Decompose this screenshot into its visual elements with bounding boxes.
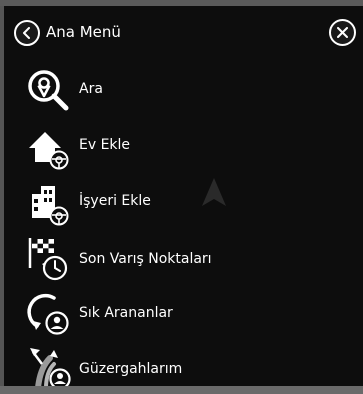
search-icon: [28, 70, 69, 111]
window-frame-bottom: [0, 386, 363, 394]
page-title: Ana Menü: [46, 23, 121, 41]
frequent-searches-icon: [27, 293, 69, 335]
close-button[interactable]: [329, 19, 356, 46]
chevron-left-icon: [23, 27, 30, 39]
menu-header: Ana Menü: [4, 6, 363, 60]
home-add-icon: [29, 132, 69, 170]
menu-item-label: Güzergahlarım: [79, 361, 183, 377]
menu-item-label: Ev Ekle: [79, 137, 131, 153]
recent-destinations-icon: [28, 238, 68, 281]
close-icon: [337, 27, 348, 38]
menu-item-add-workplace[interactable]: İşyeri Ekle: [4, 176, 363, 230]
menu-item-recent-destinations[interactable]: Son Varış Noktaları: [4, 232, 363, 286]
menu-item-label: Son Varış Noktaları: [79, 251, 212, 267]
workplace-add-icon: [32, 186, 69, 226]
menu-item-label: Ara: [79, 81, 103, 97]
back-button[interactable]: [14, 20, 40, 46]
menu-item-label: Sık Arananlar: [79, 305, 173, 321]
main-menu-panel: Ana Menü Ara Ev Ekle İşyeri Ekle Son Var…: [4, 6, 363, 391]
menu-item-add-home[interactable]: Ev Ekle: [4, 120, 363, 174]
menu-item-search[interactable]: Ara: [4, 64, 363, 118]
menu-item-frequent-searches[interactable]: Sık Arananlar: [4, 288, 363, 342]
menu-item-label: İşyeri Ekle: [79, 193, 151, 209]
